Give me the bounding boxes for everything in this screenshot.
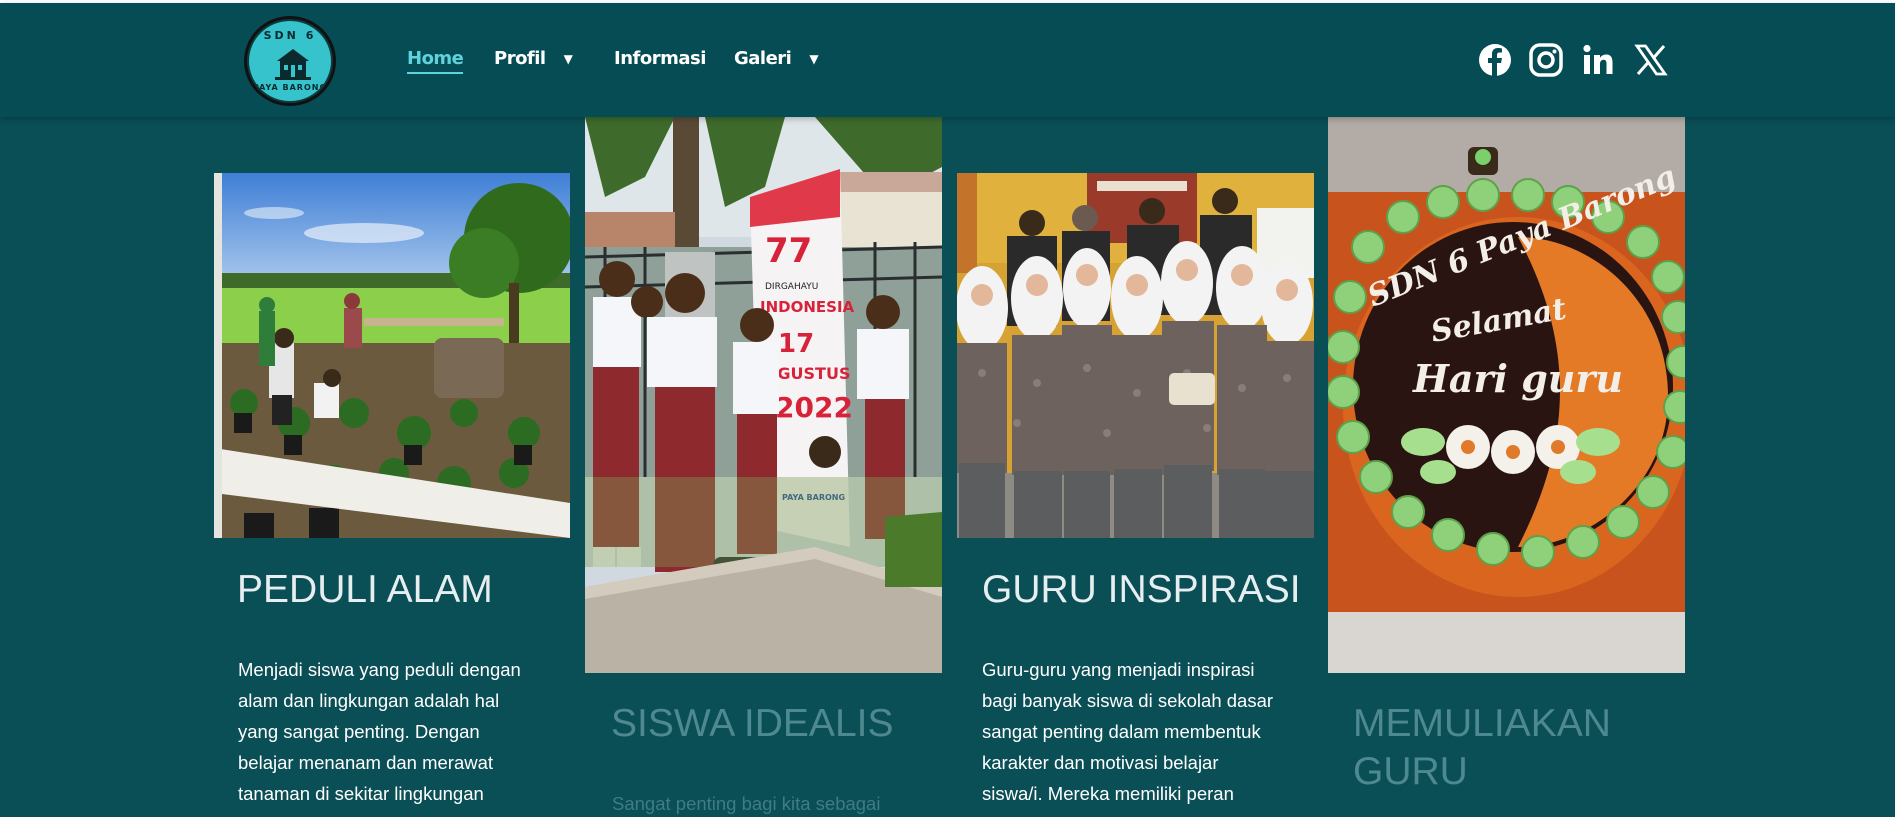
text-line: Menjadi siswa yang peduli dengan (238, 659, 521, 680)
peduli-alam-photo (214, 173, 570, 538)
nav-profil[interactable]: Profil ▼ (494, 48, 573, 69)
text-line: karakter dan motivasi belajar (982, 752, 1219, 773)
poster-number: 77 (765, 231, 812, 271)
text-line: belajar menanam dan merawat (238, 752, 494, 773)
nav-profil-label: Profil (494, 48, 546, 69)
chevron-down-icon: ▼ (563, 51, 573, 66)
logo-bottom-text: PAYA BARONG (252, 83, 328, 92)
nav-informasi[interactable]: Informasi (614, 48, 706, 69)
title-line: GURU (1353, 750, 1468, 793)
school-logo[interactable]: SDN 6 PAYA BARONG (244, 16, 336, 106)
siswa-idealis-photo: 77 DIRGAHAYU INDONESIA 17 AGUSTUS 2022 P… (585, 117, 942, 673)
x-icon[interactable] (1634, 43, 1668, 77)
text-line: sangat penting dalam membentuk (982, 721, 1261, 742)
memuliakan-guru-title: MEMULIAKAN GURU (1353, 700, 1673, 796)
nav-home[interactable]: Home (407, 48, 464, 74)
peduli-alam-text: Menjadi siswa yang peduli dengan alam da… (238, 654, 558, 809)
text-line: siswa/i. Mereka memiliki peran (982, 783, 1234, 804)
poster-text: 17 (778, 329, 814, 359)
text-line: tanaman di sekitar lingkungan (238, 783, 484, 804)
facebook-icon[interactable] (1478, 43, 1512, 77)
poster-text: 2022 (775, 391, 853, 424)
guru-inspirasi-photo (957, 173, 1314, 538)
cake-text: Hari guru (1412, 356, 1623, 401)
text-line: Guru-guru yang menjadi inspirasi (982, 659, 1255, 680)
text-line: bagi banyak siswa di sekolah dasar (982, 690, 1274, 711)
navbar: SDN 6 PAYA BARONG Home Profil ▼ Informas… (0, 3, 1895, 117)
chevron-down-icon: ▼ (809, 51, 819, 66)
logo-top-text: SDN 6 (263, 29, 317, 42)
text-line: Sangat penting bagi kita sebagai (612, 793, 881, 814)
guru-inspirasi-text: Guru-guru yang menjadi inspirasi bagi ba… (982, 654, 1302, 809)
memuliakan-guru-photo: SDN 6 Paya Barong Selamat Hari guru (1328, 117, 1685, 673)
linkedin-icon[interactable] (1581, 43, 1615, 77)
siswa-idealis-title: SISWA IDEALIS (611, 702, 894, 745)
text-line: alam dan lingkungan adalah hal (238, 690, 500, 711)
poster-text: DIRGAHAYU (765, 282, 818, 292)
guru-inspirasi-title: GURU INSPIRASI (982, 568, 1301, 611)
poster-text: INDONESIA (760, 298, 855, 316)
nav-home-label: Home (407, 48, 464, 74)
nav-informasi-label: Informasi (614, 48, 706, 69)
nav-galeri[interactable]: Galeri ▼ (734, 48, 819, 69)
nav-galeri-label: Galeri (734, 48, 792, 69)
instagram-icon[interactable] (1529, 43, 1563, 77)
peduli-alam-title: PEDULI ALAM (237, 568, 493, 611)
text-line: yang sangat penting. Dengan (238, 721, 480, 742)
title-line: MEMULIAKAN (1353, 702, 1611, 745)
school-building-icon (275, 49, 311, 80)
siswa-idealis-text: Sangat penting bagi kita sebagai (612, 788, 932, 817)
